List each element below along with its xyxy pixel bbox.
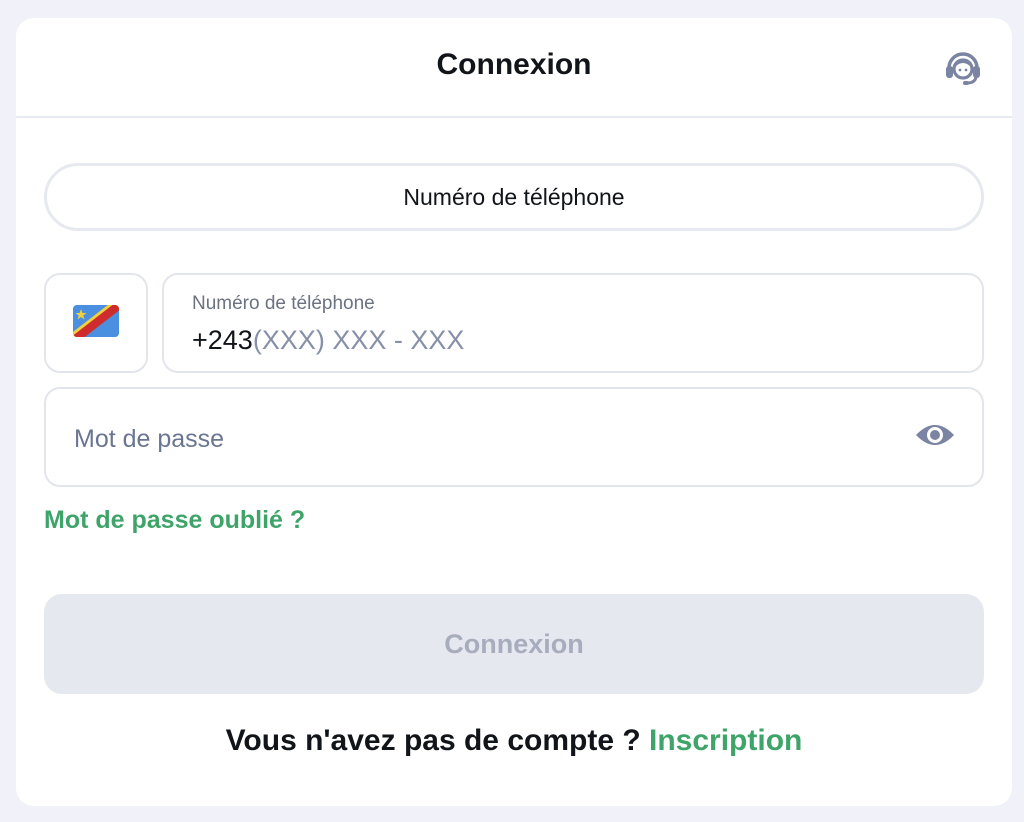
phone-input[interactable]: +243(XXX) XXX - XXX bbox=[192, 325, 464, 356]
toggle-password-visibility-button[interactable] bbox=[914, 419, 956, 455]
login-button[interactable]: Connexion bbox=[44, 594, 984, 694]
password-input[interactable]: Mot de passe bbox=[74, 425, 224, 454]
country-selector[interactable] bbox=[44, 273, 148, 373]
phone-country-code: +243 bbox=[192, 325, 253, 355]
drc-flag-icon bbox=[73, 304, 119, 342]
support-button[interactable] bbox=[942, 48, 984, 90]
header: Connexion bbox=[16, 18, 1012, 118]
signup-prompt: Vous n'avez pas de compte ? Inscription bbox=[16, 724, 1012, 758]
phone-mask-placeholder: (XXX) XXX - XXX bbox=[252, 325, 465, 355]
forgot-password-link[interactable]: Mot de passe oublié ? bbox=[44, 506, 305, 535]
login-card: Connexion Numéro de téléphone Numéro de … bbox=[16, 18, 1012, 806]
phone-number-field[interactable]: Numéro de téléphone +243(XXX) XXX - XXX bbox=[162, 273, 984, 373]
page-title: Connexion bbox=[436, 48, 592, 81]
tab-phone-number-label: Numéro de téléphone bbox=[403, 183, 625, 210]
tab-phone-number[interactable]: Numéro de téléphone bbox=[44, 163, 984, 231]
login-button-label: Connexion bbox=[444, 628, 584, 659]
phone-field-label: Numéro de téléphone bbox=[192, 293, 375, 314]
headset-support-icon bbox=[942, 46, 984, 93]
password-field[interactable]: Mot de passe bbox=[44, 387, 984, 487]
eye-icon bbox=[914, 420, 956, 455]
signup-question: Vous n'avez pas de compte ? bbox=[225, 724, 641, 757]
signup-link[interactable]: Inscription bbox=[649, 724, 802, 757]
